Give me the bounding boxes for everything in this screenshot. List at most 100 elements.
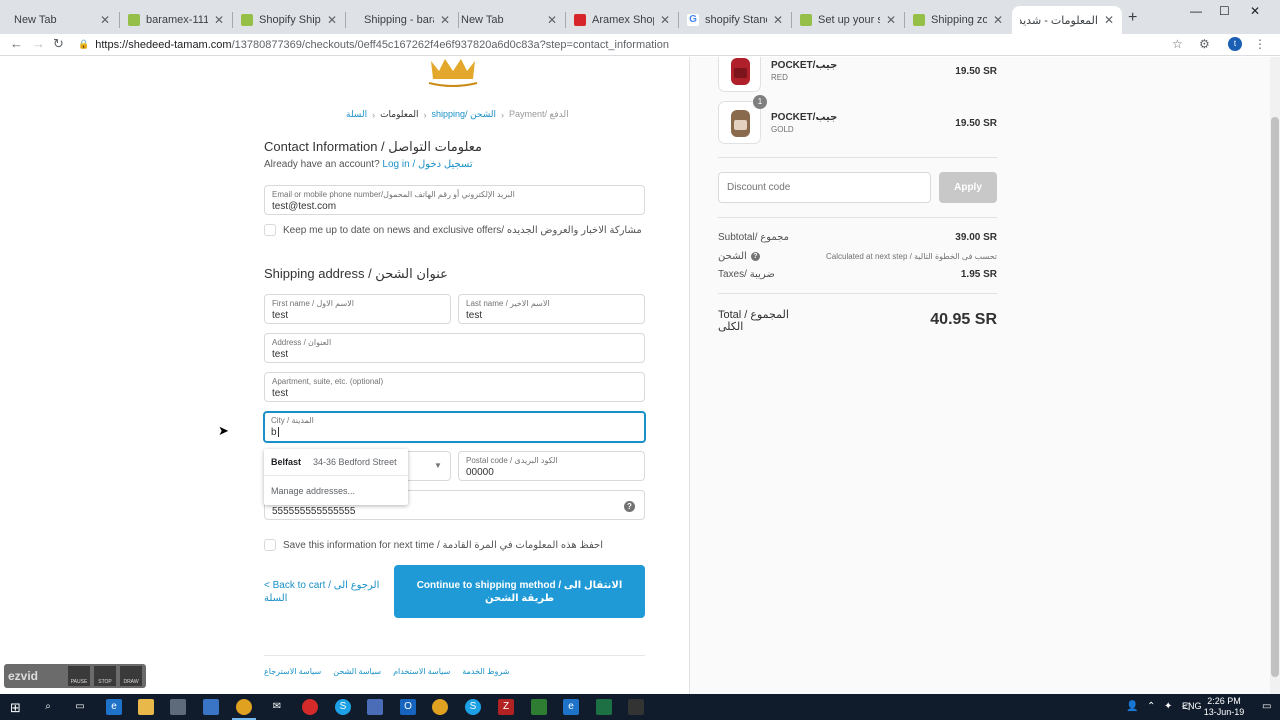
window-close-icon[interactable]: ✕ [1250,4,1260,18]
close-icon[interactable]: ✕ [547,13,557,27]
skype-icon[interactable]: S [465,699,481,715]
first-name-field[interactable]: First name / الاسم الاول test [264,294,451,324]
language-label[interactable]: ENG [1182,701,1202,711]
reload-icon[interactable]: ↻ [53,36,64,52]
autocomplete-suggestion[interactable]: Belfast 34-36 Bedford Street [264,449,408,475]
login-link[interactable]: Log in / تسجيل دخول [382,159,472,170]
extension-gear-icon[interactable]: ⚙ [1199,37,1210,51]
close-icon[interactable]: ✕ [886,13,896,27]
chrome-icon[interactable] [432,699,448,715]
scrollbar-thumb[interactable] [1271,117,1279,677]
address-bar[interactable]: 🔒 https://shedeed-tamam.com /13780877369… [78,35,1188,54]
breadcrumb-shipping[interactable]: shipping/ الشحن [432,109,496,120]
tab-9[interactable]: Shipping zones - Sh ✕ [905,6,1011,34]
chrome-icon[interactable] [236,699,252,715]
tab-4[interactable]: Shipping - barame ✕ [346,6,458,34]
page-scrollbar[interactable] [1270,57,1280,694]
close-icon[interactable]: ✕ [773,13,783,27]
show-hidden-icons-icon[interactable]: ⌃ [1147,701,1155,712]
tab-5[interactable]: New Tab ✕ [453,6,565,34]
taxes-label: Taxes/ ضريبة [718,269,775,280]
network-icon[interactable]: ✦ [1164,701,1172,712]
url-host: https://shedeed-tamam.com [95,38,232,51]
tab-1[interactable]: New Tab ✕ [6,6,118,34]
windows-start-icon[interactable]: ⊞ [10,700,21,716]
close-icon[interactable]: ✕ [327,13,337,27]
tab-3[interactable]: Shopify Shipping - ✕ [233,6,345,34]
tab-6[interactable]: Aramex Shopify Ap ✕ [566,6,678,34]
draw-button[interactable]: DRAW [120,666,142,686]
new-tab-icon[interactable]: + [1128,9,1137,27]
address-field[interactable]: Address / العنوان test [264,333,645,363]
filezilla-icon[interactable]: Z [498,699,514,715]
close-icon[interactable]: ✕ [440,13,450,27]
info-icon[interactable]: ? [750,251,760,261]
city-label: City / المدينة [271,416,314,425]
refund-policy-link[interactable]: سياسة الاسترجاع [264,667,321,676]
outlook-icon[interactable]: O [400,699,416,715]
address-value: test [272,349,289,360]
search-icon[interactable]: ⌕ [40,699,56,715]
tab-7[interactable]: G shopify Standard Sh ✕ [679,6,791,34]
back-arrow-icon[interactable]: ← [10,36,23,51]
menu-dots-icon[interactable]: ⋮ [1254,37,1266,51]
postal-code-label: Postal code / الكود البريدى [466,456,558,465]
close-icon[interactable]: ✕ [214,13,224,27]
app-icon[interactable] [531,699,547,715]
apartment-field[interactable]: Apartment, suite, etc. (optional) test [264,372,645,402]
tab-8[interactable]: Set up your shippin ✕ [792,6,904,34]
task-view-icon[interactable]: ▭ [72,699,88,715]
postal-code-value: 00000 [466,467,494,478]
product-price: 19.50 SR [955,66,997,77]
file-explorer-icon[interactable] [138,699,154,715]
help-icon[interactable]: ? [624,501,635,512]
tab-10-active[interactable]: المعلومات - شديد ت ✕ [1012,6,1122,34]
edge-icon[interactable]: e [106,699,122,715]
mail-icon[interactable]: ✉ [269,699,285,715]
close-icon[interactable]: ✕ [100,13,110,27]
maximize-icon[interactable]: ☐ [1219,4,1230,18]
discount-code-input[interactable]: Discount code [718,172,931,203]
manage-addresses-link[interactable]: Manage addresses... [271,486,355,496]
terms-of-service-link[interactable]: شروط الخدمة [462,667,509,676]
save-info-checkbox[interactable] [264,539,276,551]
back-to-cart-link[interactable]: < Back to cart / الرجوع الى السلة [264,579,384,605]
app-icon[interactable] [628,699,644,715]
store-icon[interactable] [203,699,219,715]
close-icon[interactable]: ✕ [660,13,670,27]
postal-code-field[interactable]: Postal code / الكود البريدى 00000 [458,451,645,481]
tab-2[interactable]: baramex-111 ~ Pro ✕ [120,6,232,34]
app-icon[interactable] [367,699,383,715]
first-name-value: test [272,310,289,321]
app-icon[interactable] [170,699,186,715]
shopify-icon [128,14,140,26]
pause-button[interactable]: PAUSE [68,666,90,686]
skype-icon[interactable]: S [335,699,351,715]
suggestion-city: Belfast [271,457,302,467]
continue-to-shipping-button[interactable]: Continue to shipping method / الانتقال ا… [394,565,645,618]
people-icon[interactable]: 👤 [1126,701,1138,712]
stop-button[interactable]: STOP [94,666,116,686]
city-field[interactable]: City / المدينة b [263,411,646,443]
first-name-label: First name / الاسم الاول [272,299,354,308]
email-field[interactable]: Email or mobile phone number/البريد الإل… [264,185,645,215]
tab-label: Shipping zones - Sh [931,14,987,26]
privacy-policy-link[interactable]: سياسة الاستخدام [393,667,450,676]
apply-discount-button[interactable]: Apply [939,172,997,203]
newsletter-checkbox[interactable] [264,224,276,236]
shipping-policy-link[interactable]: سياسة الشحن [333,667,381,676]
breadcrumb-cart[interactable]: السلة [346,109,367,120]
excel-icon[interactable] [596,699,612,715]
notifications-icon[interactable]: ▭ [1262,701,1271,712]
profile-avatar[interactable]: t [1228,37,1242,51]
shopify-icon [800,14,812,26]
bookmark-star-icon[interactable]: ☆ [1172,37,1183,51]
close-icon[interactable]: ✕ [1104,13,1114,27]
close-icon[interactable]: ✕ [993,13,1003,27]
forward-arrow-icon[interactable]: → [32,36,45,51]
system-clock[interactable]: 2:26 PM 13-Jun-19 [1198,696,1250,718]
minimize-icon[interactable]: — [1190,4,1202,18]
edge-icon[interactable]: e [563,699,579,715]
last-name-field[interactable]: Last name / الاسم الاخير test [458,294,645,324]
opera-icon[interactable] [302,699,318,715]
